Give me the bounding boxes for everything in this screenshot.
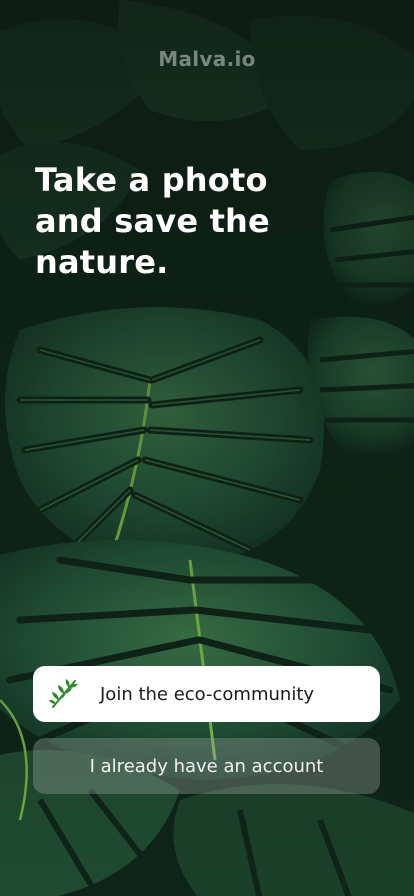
brand-logo-text: Malva.io <box>158 47 256 71</box>
existing-account-button[interactable]: I already have an account <box>33 738 380 794</box>
join-community-label: Join the eco-community <box>100 683 315 705</box>
page-title: Take a photo and save the nature. <box>35 161 270 281</box>
leaf-branch-icon <box>47 676 83 712</box>
join-community-button[interactable]: Join the eco-community <box>33 666 380 722</box>
welcome-screen: Malva.io Take a photo and save the natur… <box>0 0 414 896</box>
existing-account-label: I already have an account <box>89 755 324 777</box>
